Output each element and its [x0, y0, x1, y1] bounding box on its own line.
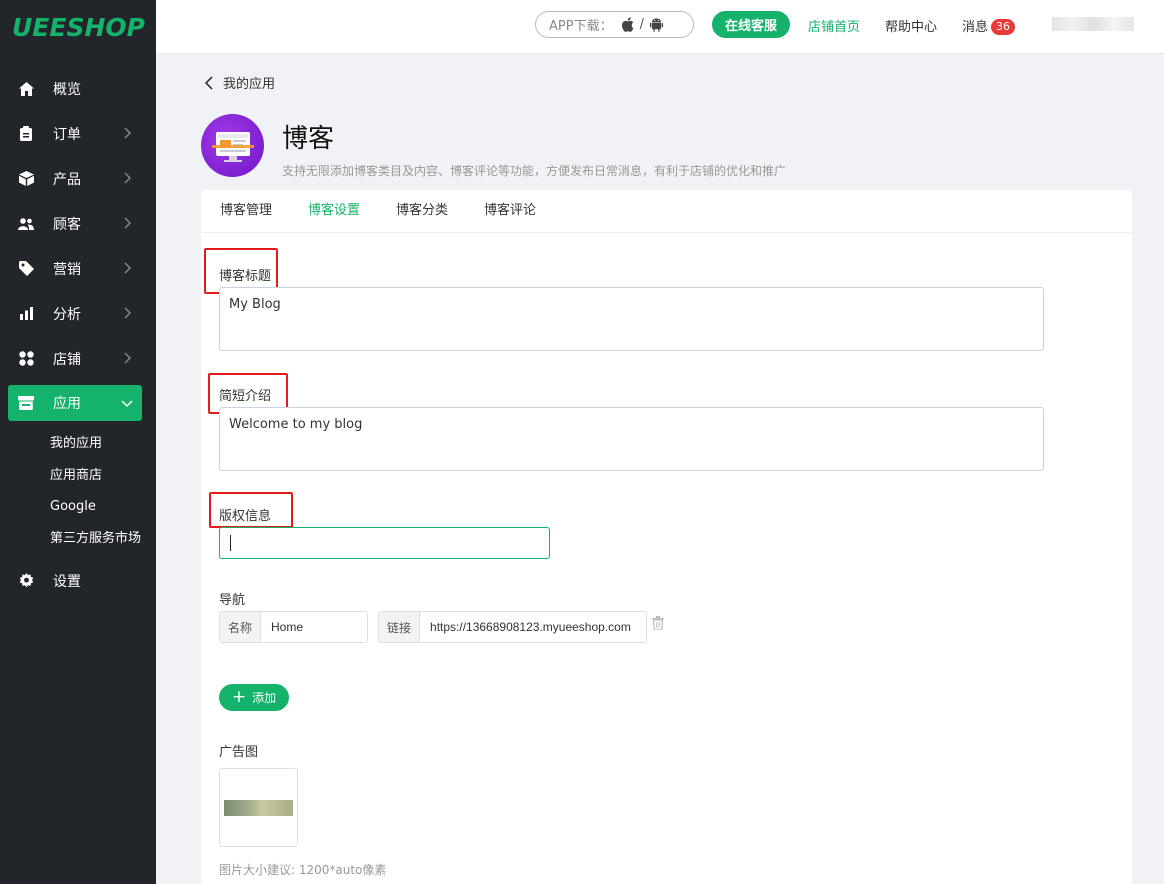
blog-app-icon [201, 114, 264, 177]
gear-icon [18, 573, 34, 589]
tag-icon [18, 261, 34, 277]
home-icon [18, 81, 34, 97]
tab-blog-comments[interactable]: 博客评论 [484, 190, 536, 232]
app-download-pill[interactable]: APP下载： / [535, 11, 694, 38]
logo[interactable]: UEESHOP [0, 0, 156, 54]
sidebar-item-overview[interactable]: 概览 [0, 66, 156, 111]
sidebar-item-label: 顾客 [53, 216, 81, 233]
chevron-right-icon [124, 307, 132, 319]
online-service-button[interactable]: 在线客服 [712, 11, 790, 38]
chevron-right-icon [124, 262, 132, 274]
subnav-item-third-party[interactable]: 第三方服务市场 [50, 523, 156, 555]
copyright-field[interactable] [219, 527, 550, 559]
chevron-right-icon [124, 127, 132, 139]
nav-name-addon: 名称 [220, 612, 262, 642]
chevron-left-icon [204, 75, 213, 90]
sidebar-item-settings[interactable]: 设置 [0, 558, 156, 603]
topbar: APP下载： / 在线客服 店铺首页 帮助中心 消息 36 [156, 0, 1164, 54]
sidebar-item-label: 概览 [53, 81, 81, 98]
tab-blog-settings[interactable]: 博客设置 [308, 190, 360, 232]
ad-image-thumbnail[interactable] [219, 768, 298, 847]
box-icon [18, 171, 34, 187]
sidebar-item-label: 营销 [53, 261, 81, 278]
android-icon[interactable] [649, 17, 663, 32]
nav-label: 导航 [219, 593, 246, 608]
clipboard-icon [18, 126, 34, 142]
ad-image-hint: 图片大小建议: 1200*auto像素 [219, 863, 387, 877]
nav-link-input[interactable]: https://13668908123.myueeshop.com [420, 612, 641, 642]
sidebar-item-label: 应用 [53, 396, 81, 412]
nav-link-input-group: 链接 https://13668908123.myueeshop.com [378, 611, 647, 643]
chevron-right-icon [124, 172, 132, 184]
back-link[interactable]: 我的应用 [204, 73, 275, 92]
text-caret [230, 535, 231, 551]
sidebar-nav: 概览 订单 产品 顾客 营销 分析 店铺 应用 我的应用 应用商店 Google… [0, 66, 156, 603]
sidebar-item-apps[interactable]: 应用 [8, 385, 142, 421]
copyright-label: 版权信息 [219, 509, 272, 524]
ad-image-preview [224, 799, 293, 816]
messages-link[interactable]: 消息 36 [962, 16, 1016, 35]
sidebar-item-label: 分析 [53, 306, 81, 323]
intro-label: 简短介绍 [219, 389, 272, 404]
user-account[interactable] [1052, 17, 1134, 31]
intro-field[interactable]: Welcome to my blog [219, 407, 1044, 471]
tab-bar: 博客管理 博客设置 博客分类 博客评论 [201, 190, 1132, 233]
add-nav-button[interactable]: + 添加 [219, 684, 289, 711]
sidebar-item-label: 产品 [53, 171, 81, 188]
store-icon [18, 395, 34, 411]
app-download-label: APP下载： [549, 19, 613, 34]
trash-icon[interactable] [652, 616, 664, 630]
users-icon [18, 216, 34, 232]
nav-link-addon: 链接 [379, 612, 421, 642]
sidebar-item-customers[interactable]: 顾客 [0, 201, 156, 246]
messages-label: 消息 [962, 20, 989, 35]
chevron-right-icon [124, 352, 132, 364]
apple-icon[interactable] [621, 17, 634, 32]
page-description: 支持无限添加博客类目及内容、博客评论等功能，方便发布日常消息，有利于店铺的优化和… [282, 164, 787, 178]
tab-blog-categories[interactable]: 博客分类 [396, 190, 448, 232]
sidebar-item-label: 订单 [53, 126, 81, 143]
page-title: 博客 [282, 124, 335, 154]
add-label: 添加 [252, 691, 277, 705]
subnav-item-my-apps[interactable]: 我的应用 [50, 428, 156, 460]
ad-image-label: 广告图 [219, 745, 259, 760]
apps-subnav: 我的应用 应用商店 Google 第三方服务市场 [0, 426, 156, 558]
sidebar-item-marketing[interactable]: 营销 [0, 246, 156, 291]
chevron-down-icon [121, 400, 133, 408]
subnav-item-app-store[interactable]: 应用商店 [50, 460, 156, 492]
message-count-badge: 36 [991, 19, 1016, 35]
plus-icon: + [231, 687, 247, 707]
sidebar-item-analytics[interactable]: 分析 [0, 291, 156, 336]
chevron-right-icon [124, 217, 132, 229]
blog-title-label: 博客标题 [219, 269, 272, 284]
grid-icon [18, 351, 34, 367]
blog-title-field[interactable]: My Blog [219, 287, 1044, 351]
sidebar-item-products[interactable]: 产品 [0, 156, 156, 201]
help-center-link[interactable]: 帮助中心 [885, 16, 937, 35]
back-label: 我的应用 [223, 77, 276, 92]
sidebar-item-label: 设置 [53, 573, 81, 590]
nav-name-input-group: 名称 Home [219, 611, 368, 643]
subnav-item-google[interactable]: Google [50, 491, 156, 523]
app-separator: / [639, 17, 644, 32]
sidebar-item-orders[interactable]: 订单 [0, 111, 156, 156]
bar-chart-icon [18, 306, 34, 322]
tab-blog-management[interactable]: 博客管理 [220, 190, 272, 232]
sidebar: UEESHOP 概览 订单 产品 顾客 营销 分析 店铺 应用 我的应用 应用商… [0, 0, 156, 884]
nav-name-input[interactable]: Home [261, 612, 313, 642]
sidebar-item-label: 店铺 [53, 351, 81, 368]
store-home-link[interactable]: 店铺首页 [808, 16, 860, 35]
sidebar-item-store[interactable]: 店铺 [0, 336, 156, 381]
